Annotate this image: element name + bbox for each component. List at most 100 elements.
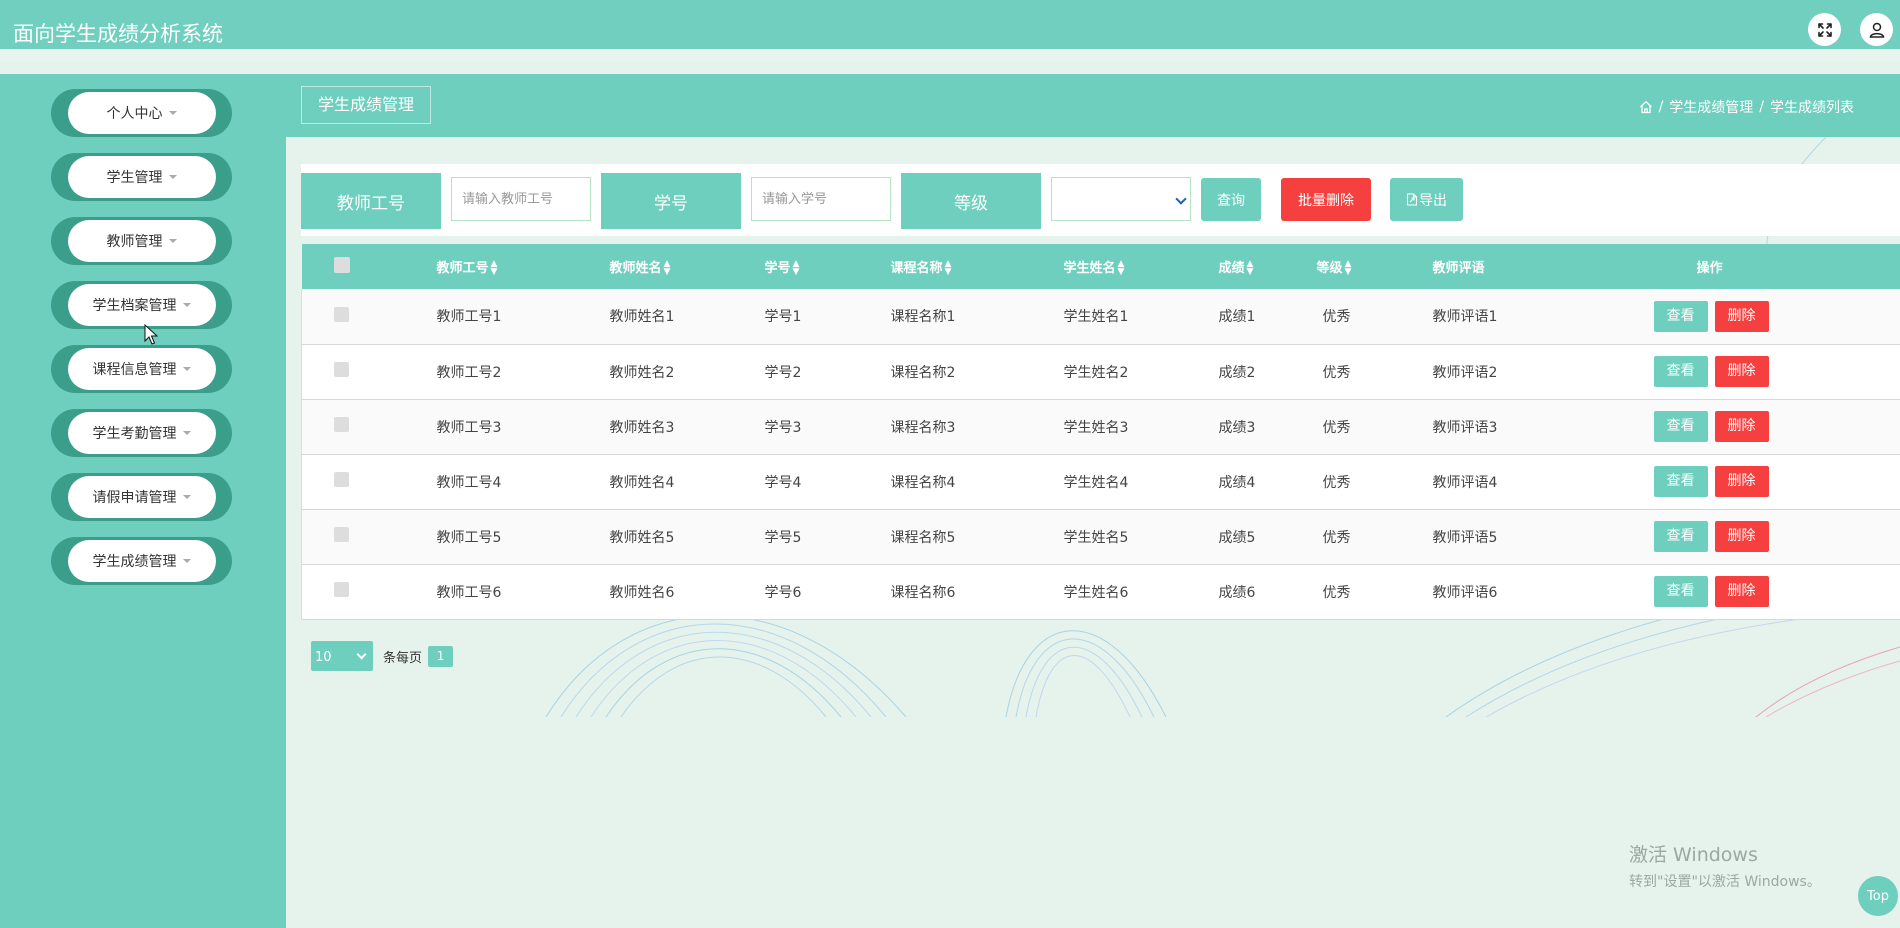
caret-down-icon bbox=[182, 559, 191, 563]
sort-icon: ▲ ▼ bbox=[1246, 259, 1254, 278]
table-cell: 学生姓名6 bbox=[1063, 584, 1129, 601]
sidebar-item-personal-center[interactable]: 个人中心 bbox=[51, 89, 232, 137]
row-checkbox[interactable] bbox=[334, 417, 349, 432]
table-cell: 教师工号6 bbox=[436, 584, 502, 601]
table-cell: 优秀 bbox=[1322, 529, 1351, 546]
column-header: 教师评语 bbox=[1432, 261, 1485, 276]
breadcrumb-bar: 学生成绩管理 / 学生成绩管理 / 学生成绩列表 bbox=[286, 74, 1900, 137]
sidebar-item-attendance[interactable]: 学生考勤管理 bbox=[51, 409, 232, 457]
page-number-button[interactable]: 1 bbox=[428, 645, 454, 667]
table-cell: 教师评语1 bbox=[1432, 309, 1498, 326]
table-cell: 教师工号1 bbox=[436, 309, 502, 326]
column-header[interactable]: 学生姓名 ▲ ▼ bbox=[1064, 244, 1219, 289]
fullscreen-icon[interactable] bbox=[1808, 13, 1841, 46]
page-size-select[interactable]: 10 bbox=[311, 641, 373, 671]
row-checkbox[interactable] bbox=[334, 527, 349, 542]
student-id-input[interactable] bbox=[751, 177, 891, 221]
per-page-label: 条每页 bbox=[383, 650, 423, 666]
teacher-id-input[interactable] bbox=[451, 177, 591, 221]
grade-label: 等级 bbox=[901, 173, 1041, 229]
batch-delete-button[interactable]: 批量删除 bbox=[1281, 178, 1371, 221]
table-cell: 教师评语3 bbox=[1432, 419, 1498, 436]
row-checkbox[interactable] bbox=[334, 582, 349, 597]
page-size-value: 10 bbox=[315, 650, 332, 665]
table-cell: 教师工号4 bbox=[436, 474, 502, 491]
table-cell: 课程名称5 bbox=[890, 529, 956, 546]
back-to-top-button[interactable]: Top bbox=[1856, 874, 1900, 918]
sidebar-item-leave-request[interactable]: 请假申请管理 bbox=[51, 473, 232, 521]
table-row: 教师工号2 教师姓名2 学号2 课程名称2 学生姓名2 成绩2 优秀 教师评语2 查看 删除 bbox=[301, 344, 1900, 399]
chevron-down-icon bbox=[1175, 193, 1187, 205]
breadcrumb-item[interactable]: 学生成绩管理 bbox=[1669, 97, 1753, 117]
delete-button[interactable]: 删除 bbox=[1714, 576, 1769, 607]
table-cell: 学号4 bbox=[764, 474, 802, 491]
view-button[interactable]: 查看 bbox=[1653, 411, 1708, 442]
sidebar-item-teacher-management[interactable]: 教师管理 bbox=[51, 217, 232, 265]
column-header[interactable]: 学号 ▲ ▼ bbox=[765, 244, 891, 289]
table-cell: 教师工号3 bbox=[436, 419, 502, 436]
table-cell: 教师姓名1 bbox=[609, 309, 675, 326]
delete-button[interactable]: 删除 bbox=[1714, 300, 1769, 332]
column-header[interactable]: 课程名称 ▲ ▼ bbox=[891, 244, 1064, 289]
table-cell: 教师评语5 bbox=[1432, 529, 1498, 546]
column-header[interactable]: 成绩 ▲ ▼ bbox=[1219, 244, 1317, 289]
sidebar-item-label: 学生考勤管理 bbox=[92, 426, 177, 442]
table-cell: 教师评语6 bbox=[1432, 584, 1498, 601]
column-header[interactable]: 教师工号 ▲ ▼ bbox=[437, 244, 610, 289]
sidebar-item-student-management[interactable]: 学生管理 bbox=[51, 153, 232, 201]
sidebar-item-label: 请假申请管理 bbox=[92, 490, 177, 506]
view-button[interactable]: 查看 bbox=[1653, 466, 1708, 497]
sidebar-item-student-records[interactable]: 学生档案管理 bbox=[51, 281, 232, 329]
grade-select[interactable] bbox=[1051, 177, 1191, 221]
sort-icon: ▲ ▼ bbox=[944, 259, 952, 278]
view-button[interactable]: 查看 bbox=[1653, 300, 1708, 332]
app-title: 面向学生成绩分析系统 bbox=[13, 22, 223, 46]
row-checkbox[interactable] bbox=[334, 362, 349, 377]
table-row: 教师工号4 教师姓名4 学号4 课程名称4 学生姓名4 成绩4 优秀 教师评语4 查看 删除 bbox=[301, 454, 1900, 509]
table-cell: 优秀 bbox=[1322, 309, 1351, 326]
home-icon[interactable] bbox=[1639, 100, 1653, 114]
table-cell: 教师评语4 bbox=[1432, 474, 1498, 491]
sidebar-item-course-info[interactable]: 课程信息管理 bbox=[51, 345, 232, 393]
query-button[interactable]: 查询 bbox=[1201, 178, 1261, 221]
delete-button[interactable]: 删除 bbox=[1714, 411, 1769, 442]
select-all-checkbox[interactable] bbox=[333, 256, 350, 273]
row-actions: 查看 删除 bbox=[1653, 454, 1900, 509]
breadcrumb-separator: / bbox=[1759, 99, 1764, 115]
table-cell: 成绩1 bbox=[1218, 309, 1256, 326]
table-row: 教师工号1 教师姓名1 学号1 课程名称1 学生姓名1 成绩1 优秀 教师评语1 查看 删除 bbox=[301, 289, 1900, 344]
table-cell: 学生姓名1 bbox=[1063, 309, 1129, 326]
user-icon[interactable] bbox=[1860, 13, 1893, 46]
delete-button[interactable]: 删除 bbox=[1714, 521, 1769, 552]
table-header-row: 教师工号 ▲ ▼ 教师姓名 ▲ ▼ 学号 ▲ ▼ 课程名称 ▲ ▼ 学生姓名 ▲ ▼ 成绩 ▲ ▼ 等级… bbox=[301, 244, 1900, 289]
teacher-id-label: 教师工号 bbox=[301, 173, 441, 229]
table-cell: 成绩6 bbox=[1218, 584, 1256, 601]
table-cell: 学号6 bbox=[764, 584, 802, 601]
table-cell: 教师姓名2 bbox=[609, 364, 675, 381]
column-header[interactable]: 等级 ▲ ▼ bbox=[1317, 244, 1433, 289]
delete-button[interactable]: 删除 bbox=[1714, 356, 1769, 387]
row-checkbox[interactable] bbox=[334, 306, 349, 322]
row-checkbox[interactable] bbox=[334, 472, 349, 487]
pagination: 10 条每页 1 bbox=[311, 641, 454, 671]
sidebar-item-label: 教师管理 bbox=[106, 234, 163, 250]
table-cell: 成绩4 bbox=[1218, 474, 1256, 491]
row-actions: 查看 删除 bbox=[1653, 509, 1900, 564]
caret-down-icon bbox=[168, 239, 177, 243]
page-title: 学生成绩管理 bbox=[301, 86, 432, 124]
view-button[interactable]: 查看 bbox=[1653, 356, 1708, 387]
grades-table: 教师工号 ▲ ▼ 教师姓名 ▲ ▼ 学号 ▲ ▼ 课程名称 ▲ ▼ 学生姓名 ▲ ▼ 成绩 ▲ ▼ 等级… bbox=[301, 244, 1900, 620]
row-actions: 查看 删除 bbox=[1653, 564, 1900, 619]
view-button[interactable]: 查看 bbox=[1653, 521, 1708, 552]
export-button[interactable]: 导出 bbox=[1390, 178, 1463, 221]
table-cell: 课程名称3 bbox=[890, 419, 956, 436]
table-row: 教师工号6 教师姓名6 学号6 课程名称6 学生姓名6 成绩6 优秀 教师评语6 查看 删除 bbox=[301, 564, 1900, 619]
breadcrumb-separator: / bbox=[1658, 99, 1664, 115]
column-header[interactable]: 教师姓名 ▲ ▼ bbox=[610, 244, 765, 289]
watermark-title: 激活 Windows bbox=[1629, 844, 1758, 866]
sidebar-item-grade-management[interactable]: 学生成绩管理 bbox=[51, 537, 232, 585]
view-button[interactable]: 查看 bbox=[1653, 576, 1708, 607]
table-cell: 学生姓名5 bbox=[1063, 529, 1129, 546]
delete-button[interactable]: 删除 bbox=[1714, 466, 1769, 497]
table-cell: 课程名称4 bbox=[890, 474, 956, 491]
